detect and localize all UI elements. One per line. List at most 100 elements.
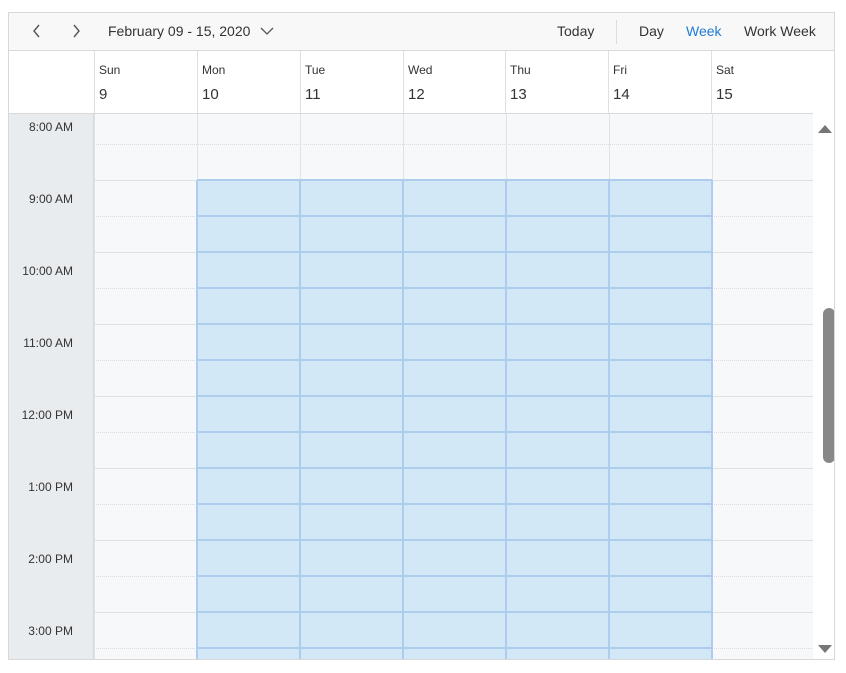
date-range-picker[interactable]: February 09 - 15, 2020 bbox=[108, 23, 275, 39]
time-slot-cell[interactable] bbox=[300, 396, 403, 432]
time-slot-cell[interactable] bbox=[712, 576, 813, 612]
time-slot-cell[interactable] bbox=[403, 396, 506, 432]
time-slot-cell[interactable] bbox=[712, 324, 813, 360]
time-slot-cell[interactable] bbox=[506, 396, 609, 432]
time-slot-cell[interactable] bbox=[94, 288, 197, 324]
time-slot-cell[interactable] bbox=[300, 288, 403, 324]
time-slot-cell[interactable] bbox=[197, 360, 300, 396]
time-slot-cell[interactable] bbox=[403, 360, 506, 396]
time-slot-cell[interactable] bbox=[300, 468, 403, 504]
time-slot-cell[interactable] bbox=[300, 114, 403, 144]
time-slot-cell[interactable] bbox=[506, 216, 609, 252]
time-slot-cell[interactable] bbox=[506, 504, 609, 540]
day-header-sat[interactable]: Sat 15 bbox=[711, 51, 813, 113]
time-slot-cell[interactable] bbox=[506, 432, 609, 468]
day-header-wed[interactable]: Wed 12 bbox=[403, 51, 506, 113]
time-slot-cell[interactable] bbox=[609, 432, 712, 468]
time-slot-cell[interactable] bbox=[300, 540, 403, 576]
time-slot-cell[interactable] bbox=[94, 144, 197, 180]
time-slot-cell[interactable] bbox=[94, 114, 197, 144]
time-slot-cell[interactable] bbox=[609, 504, 712, 540]
time-slot-cell[interactable] bbox=[403, 612, 506, 648]
time-slot-cell[interactable] bbox=[609, 468, 712, 504]
time-slot-cell[interactable] bbox=[94, 468, 197, 504]
time-slot-cell[interactable] bbox=[300, 144, 403, 180]
day-header-mon[interactable]: Mon 10 bbox=[197, 51, 300, 113]
time-slot-cell[interactable] bbox=[506, 144, 609, 180]
time-slot-cell[interactable] bbox=[609, 288, 712, 324]
time-slot-cell[interactable] bbox=[712, 180, 813, 216]
time-slot-cell[interactable] bbox=[506, 114, 609, 144]
time-slot-cell[interactable] bbox=[197, 468, 300, 504]
time-slot-cell[interactable] bbox=[300, 648, 403, 659]
time-slot-cell[interactable] bbox=[712, 288, 813, 324]
day-header-fri[interactable]: Fri 14 bbox=[608, 51, 711, 113]
time-slot-cell[interactable] bbox=[94, 360, 197, 396]
time-slot-cell[interactable] bbox=[300, 252, 403, 288]
time-slot-cell[interactable] bbox=[300, 360, 403, 396]
time-slot-cell[interactable] bbox=[300, 432, 403, 468]
time-slot-cell[interactable] bbox=[712, 612, 813, 648]
time-slot-cell[interactable] bbox=[197, 252, 300, 288]
time-slot-cell[interactable] bbox=[197, 576, 300, 612]
time-slot-cell[interactable] bbox=[609, 180, 712, 216]
view-work-week-button[interactable]: Work Week bbox=[744, 23, 816, 39]
time-slot-cell[interactable] bbox=[300, 180, 403, 216]
time-slot-cell[interactable] bbox=[94, 504, 197, 540]
time-slot-cell[interactable] bbox=[94, 612, 197, 648]
time-slot-cell[interactable] bbox=[609, 576, 712, 612]
time-slot-cell[interactable] bbox=[609, 396, 712, 432]
time-slot-cell[interactable] bbox=[712, 144, 813, 180]
time-slot-cell[interactable] bbox=[94, 252, 197, 288]
time-slot-cell[interactable] bbox=[197, 216, 300, 252]
time-slot-cell[interactable] bbox=[94, 576, 197, 612]
time-slot-cell[interactable] bbox=[197, 144, 300, 180]
time-slot-cell[interactable] bbox=[506, 612, 609, 648]
time-slot-cell[interactable] bbox=[197, 324, 300, 360]
time-slot-cell[interactable] bbox=[300, 324, 403, 360]
today-button[interactable]: Today bbox=[557, 23, 594, 39]
time-slot-cell[interactable] bbox=[403, 468, 506, 504]
time-slot-cell[interactable] bbox=[712, 468, 813, 504]
time-slot-cell[interactable] bbox=[712, 504, 813, 540]
vertical-scrollbar[interactable] bbox=[813, 114, 834, 659]
time-slot-cell[interactable] bbox=[197, 540, 300, 576]
time-slot-cell[interactable] bbox=[506, 576, 609, 612]
scroll-up-button[interactable] bbox=[817, 122, 833, 134]
day-header-tue[interactable]: Tue 11 bbox=[300, 51, 403, 113]
time-slot-cell[interactable] bbox=[197, 432, 300, 468]
time-slot-cell[interactable] bbox=[609, 114, 712, 144]
time-slot-cell[interactable] bbox=[712, 648, 813, 659]
time-slot-cell[interactable] bbox=[609, 360, 712, 396]
time-slot-cell[interactable] bbox=[506, 648, 609, 659]
time-slot-cell[interactable] bbox=[403, 144, 506, 180]
time-slot-cell[interactable] bbox=[94, 180, 197, 216]
time-slot-cell[interactable] bbox=[712, 396, 813, 432]
time-slot-cell[interactable] bbox=[94, 432, 197, 468]
time-slot-cell[interactable] bbox=[94, 540, 197, 576]
time-slot-cell[interactable] bbox=[712, 216, 813, 252]
time-slot-cell[interactable] bbox=[197, 612, 300, 648]
time-slot-cell[interactable] bbox=[300, 504, 403, 540]
time-slot-cell[interactable] bbox=[197, 396, 300, 432]
time-slot-cell[interactable] bbox=[506, 180, 609, 216]
time-slot-cell[interactable] bbox=[403, 324, 506, 360]
time-slot-cell[interactable] bbox=[609, 612, 712, 648]
time-slot-cell[interactable] bbox=[403, 648, 506, 659]
time-slot-cell[interactable] bbox=[712, 540, 813, 576]
time-slot-cell[interactable] bbox=[300, 576, 403, 612]
time-slot-cell[interactable] bbox=[712, 432, 813, 468]
time-slot-cell[interactable] bbox=[506, 288, 609, 324]
time-slot-cell[interactable] bbox=[94, 324, 197, 360]
time-slot-cell[interactable] bbox=[609, 540, 712, 576]
time-slot-cell[interactable] bbox=[506, 540, 609, 576]
time-slot-cell[interactable] bbox=[300, 216, 403, 252]
time-slot-cell[interactable] bbox=[94, 648, 197, 659]
scrollbar-thumb[interactable] bbox=[823, 308, 834, 463]
time-slot-cell[interactable] bbox=[403, 504, 506, 540]
time-slot-cell[interactable] bbox=[506, 324, 609, 360]
prev-button[interactable] bbox=[25, 19, 49, 43]
time-slot-cell[interactable] bbox=[197, 288, 300, 324]
time-slot-cell[interactable] bbox=[506, 360, 609, 396]
day-header-sun[interactable]: Sun 9 bbox=[94, 51, 197, 113]
